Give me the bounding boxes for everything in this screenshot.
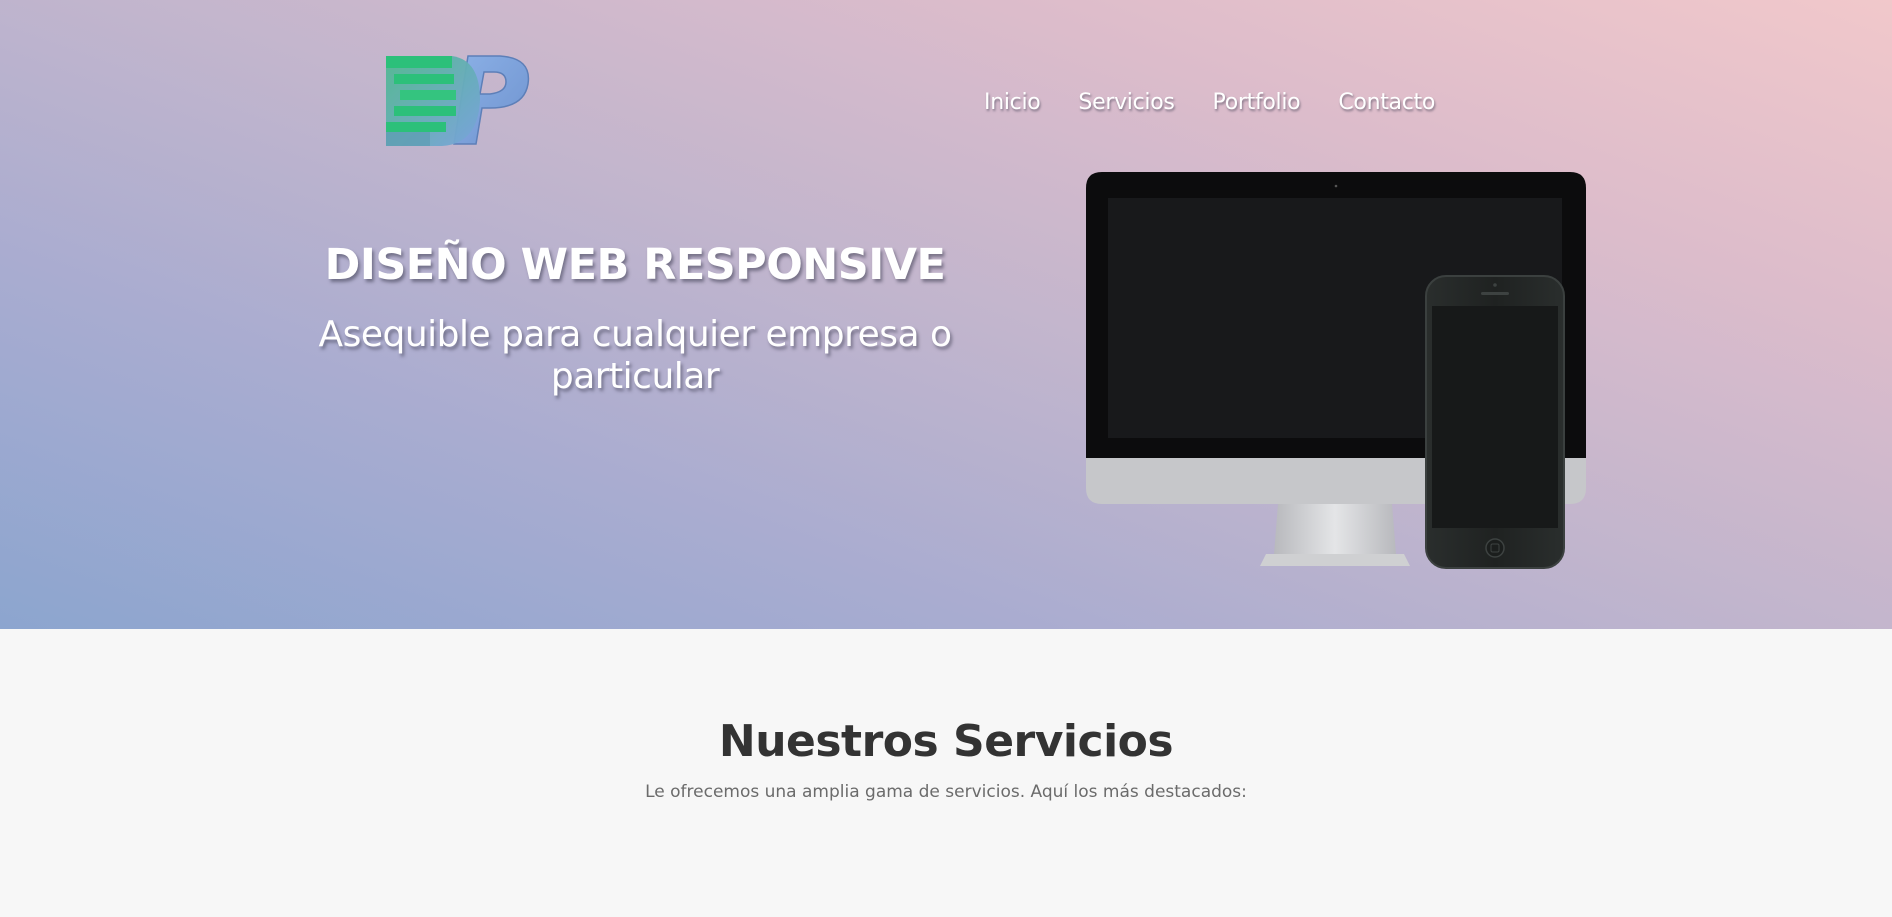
hero-subtitle: Asequible para cualquier empresa o parti…	[318, 314, 952, 397]
services-subtitle: Le ofrecemos una amplia gama de servicio…	[645, 782, 1247, 802]
nav-link-servicios[interactable]: Servicios	[1078, 86, 1174, 120]
hero-title: DISEÑO WEB RESPONSIVE	[324, 240, 946, 290]
services-title: Nuestros Servicios	[718, 716, 1174, 767]
devices-mockup-icon	[1086, 172, 1586, 569]
dp-logo-icon[interactable]	[380, 52, 540, 152]
nav-link-inicio[interactable]: Inicio	[984, 86, 1041, 120]
main-nav: Inicio Servicios Portfolio Contacto	[984, 86, 1473, 120]
nav-link-contacto[interactable]: Contacto	[1338, 86, 1435, 120]
nav-link-portfolio[interactable]: Portfolio	[1213, 86, 1301, 120]
hero-section: Inicio Servicios Portfolio Contacto DISE…	[0, 0, 1892, 629]
